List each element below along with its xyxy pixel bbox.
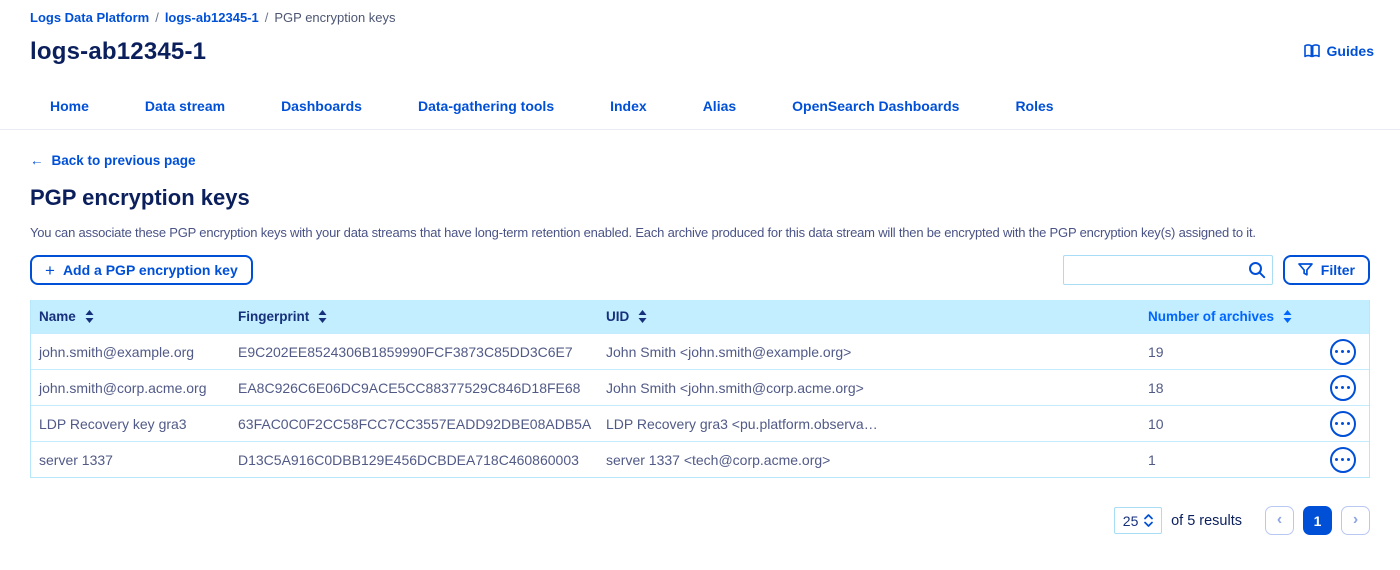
page-title: logs-ab12345-1 — [30, 38, 206, 66]
breadcrumb-current: PGP encryption keys — [274, 10, 395, 25]
column-header-name[interactable]: Name — [31, 309, 236, 324]
breadcrumb-link-service[interactable]: logs-ab12345-1 — [165, 10, 259, 25]
cell-name: john.smith@corp.acme.org — [31, 380, 236, 396]
guides-link[interactable]: Guides — [1304, 43, 1374, 59]
toolbar-right: Filter — [1063, 255, 1370, 285]
plus-icon: + — [45, 262, 55, 279]
cell-name: LDP Recovery key gra3 — [31, 416, 236, 432]
prev-page-button[interactable]: ‹ — [1265, 506, 1294, 535]
table-header-row: Name Fingerprint UID Number of archives — [31, 300, 1369, 333]
cell-uid: John Smith <john.smith@example.org> — [604, 344, 1146, 360]
sort-icon[interactable] — [638, 310, 647, 323]
search-box — [1063, 255, 1273, 285]
cell-name: john.smith@example.org — [31, 344, 236, 360]
search-icon[interactable] — [1248, 261, 1266, 284]
cell-archives: 18 — [1146, 380, 1316, 396]
column-header-fingerprint[interactable]: Fingerprint — [236, 309, 604, 324]
table-row: LDP Recovery key gra3 63FAC0C0F2CC58FCC7… — [31, 405, 1369, 441]
tab-bar: Home Data stream Dashboards Data-gatheri… — [0, 66, 1400, 130]
page-1-button[interactable]: 1 — [1303, 506, 1332, 535]
cell-uid: John Smith <john.smith@corp.acme.org> — [604, 380, 1146, 396]
cell-fingerprint: EA8C926C6E06DC9ACE5CC88377529C846D18FE68 — [236, 380, 604, 396]
row-actions-button[interactable] — [1330, 411, 1356, 437]
column-header-label: Name — [39, 309, 76, 324]
guides-label: Guides — [1327, 43, 1374, 59]
tab-roles[interactable]: Roles — [1015, 98, 1053, 129]
cell-archives: 19 — [1146, 344, 1316, 360]
tab-dashboards[interactable]: Dashboards — [281, 98, 362, 129]
table-row: john.smith@corp.acme.org EA8C926C6E06DC9… — [31, 369, 1369, 405]
cell-fingerprint: E9C202EE8524306B1859990FCF3873C85DD3C6E7 — [236, 344, 604, 360]
back-link-label: Back to previous page — [52, 153, 196, 168]
page-header: logs-ab12345-1 Guides — [0, 25, 1400, 66]
tab-home[interactable]: Home — [50, 98, 89, 129]
ellipsis-icon — [1335, 350, 1339, 354]
breadcrumb-separator: / — [155, 10, 159, 25]
tab-opensearch-dashboards[interactable]: OpenSearch Dashboards — [792, 98, 959, 129]
cell-archives: 10 — [1146, 416, 1316, 432]
arrow-left-icon: ← — [30, 153, 44, 168]
toolbar: + Add a PGP encryption key — [30, 255, 1370, 285]
cell-fingerprint: D13C5A916C0DBB129E456DCBDEA718C460860003 — [236, 452, 604, 468]
page-size-value: 25 — [1123, 513, 1139, 529]
pgp-keys-page: Logs Data Platform / logs-ab12345-1 / PG… — [0, 0, 1400, 570]
filter-label: Filter — [1321, 262, 1355, 278]
add-pgp-key-label: Add a PGP encryption key — [63, 262, 238, 278]
row-actions-button[interactable] — [1330, 447, 1356, 473]
tab-data-gathering-tools[interactable]: Data-gathering tools — [418, 98, 554, 129]
cell-fingerprint: 63FAC0C0F2CC58FCC7CC3557EADD92DBE08ADB5A — [236, 416, 604, 432]
tab-alias[interactable]: Alias — [703, 98, 736, 129]
ellipsis-icon — [1335, 458, 1339, 462]
results-count-label: of 5 results — [1171, 513, 1242, 529]
back-link[interactable]: ← Back to previous page — [30, 153, 196, 168]
page-number: 1 — [1314, 513, 1322, 529]
search-input[interactable] — [1063, 255, 1273, 285]
section-description: You can associate these PGP encryption k… — [30, 225, 1370, 240]
sort-icon[interactable] — [1283, 310, 1292, 323]
column-header-number-of-archives[interactable]: Number of archives — [1146, 309, 1316, 324]
section-heading: PGP encryption keys — [30, 185, 1370, 211]
cell-archives: 1 — [1146, 452, 1316, 468]
tab-data-stream[interactable]: Data stream — [145, 98, 225, 129]
ellipsis-icon — [1335, 422, 1339, 426]
table-row: server 1337 D13C5A916C0DBB129E456DCBDEA7… — [31, 441, 1369, 477]
breadcrumb: Logs Data Platform / logs-ab12345-1 / PG… — [0, 0, 1400, 25]
sort-icon[interactable] — [85, 310, 94, 323]
cell-uid: server 1337 <tech@corp.acme.org> — [604, 452, 1146, 468]
table-row: john.smith@example.org E9C202EE8524306B1… — [31, 333, 1369, 369]
row-actions-button[interactable] — [1330, 339, 1356, 365]
ellipsis-icon — [1335, 386, 1339, 390]
up-down-chevrons-icon — [1144, 514, 1153, 527]
column-header-uid[interactable]: UID — [604, 309, 1146, 324]
column-header-label: Fingerprint — [238, 309, 309, 324]
tab-index[interactable]: Index — [610, 98, 647, 129]
add-pgp-key-button[interactable]: + Add a PGP encryption key — [30, 255, 253, 285]
page-size-select[interactable]: 25 — [1114, 507, 1162, 534]
breadcrumb-separator: / — [265, 10, 269, 25]
next-page-button[interactable]: › — [1341, 506, 1370, 535]
pagination: 25 of 5 results ‹ 1 › — [30, 506, 1370, 535]
column-header-label: UID — [606, 309, 629, 324]
funnel-icon — [1298, 263, 1313, 277]
column-header-label: Number of archives — [1148, 309, 1274, 324]
pgp-keys-table: Name Fingerprint UID Number of archives … — [30, 300, 1370, 478]
row-actions-button[interactable] — [1330, 375, 1356, 401]
sort-icon[interactable] — [318, 310, 327, 323]
filter-button[interactable]: Filter — [1283, 255, 1370, 285]
cell-name: server 1337 — [31, 452, 236, 468]
chevron-left-icon: ‹ — [1277, 511, 1282, 529]
book-icon — [1304, 44, 1320, 58]
cell-uid: LDP Recovery gra3 <pu.platform.observa… — [604, 416, 1146, 432]
chevron-right-icon: › — [1353, 511, 1358, 529]
breadcrumb-link-logs-data-platform[interactable]: Logs Data Platform — [30, 10, 149, 25]
